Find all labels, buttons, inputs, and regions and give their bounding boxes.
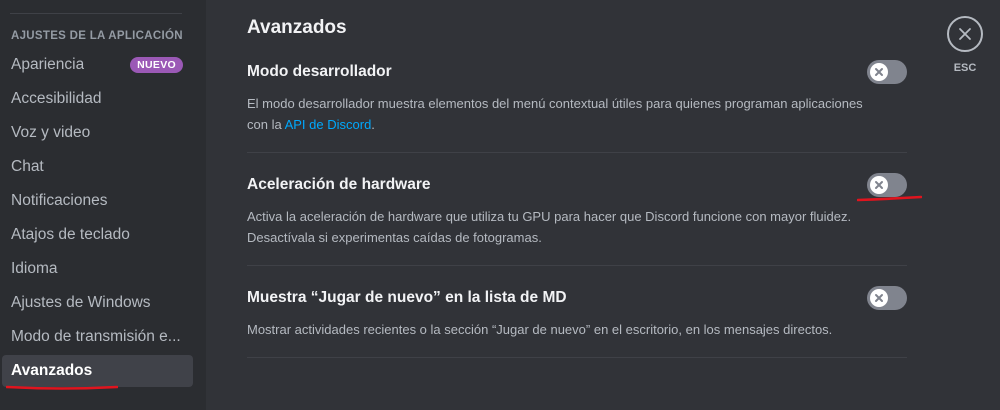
sidebar-divider <box>10 13 182 14</box>
toggle-knob <box>870 63 888 81</box>
setting-title: Modo desarrollador <box>247 63 392 80</box>
toggle-knob <box>870 289 888 307</box>
page-title: Avanzados <box>247 17 347 38</box>
sidebar-item-label: Ajustes de Windows <box>11 294 151 311</box>
annotation-underline-toggle <box>857 195 922 202</box>
sidebar-item-label: Voz y video <box>11 124 91 141</box>
setting-description: El modo desarrollador muestra elementos … <box>247 93 877 135</box>
sidebar-item-chat[interactable]: Chat <box>2 151 193 183</box>
sidebar-item-label: Chat <box>11 158 44 175</box>
sidebar-item-notificaciones[interactable]: Notificaciones <box>2 185 193 217</box>
description-text-end: . <box>371 117 375 132</box>
settings-sidebar: Ajustes de la aplicación Apariencia NUEV… <box>0 0 206 410</box>
sidebar-item-atajos-de-teclado[interactable]: Atajos de teclado <box>2 219 193 251</box>
close-icon <box>959 28 971 40</box>
sidebar-section-header: Ajustes de la aplicación <box>11 30 183 42</box>
hardware-acceleration-toggle[interactable] <box>867 173 907 197</box>
sidebar-item-label: Atajos de teclado <box>11 226 130 243</box>
esc-label: ESC <box>953 62 977 74</box>
setting-title: Aceleración de hardware <box>247 176 431 193</box>
x-icon <box>875 181 883 189</box>
sidebar-item-avanzados[interactable]: Avanzados <box>2 355 193 387</box>
sidebar-item-accesibilidad[interactable]: Accesibilidad <box>2 83 193 115</box>
sidebar-item-label: Idioma <box>11 260 58 277</box>
section-divider <box>247 152 907 153</box>
sidebar-item-label: Modo de transmisión e... <box>11 328 181 345</box>
settings-window: Ajustes de la aplicación Apariencia NUEV… <box>0 0 1000 410</box>
sidebar-item-voz-y-video[interactable]: Voz y video <box>2 117 193 149</box>
setting-play-again: Muestra “Jugar de nuevo” en la lista de … <box>247 289 907 340</box>
setting-description: Mostrar actividades recientes o la secci… <box>247 322 833 337</box>
section-divider <box>247 357 907 358</box>
discord-api-link[interactable]: API de Discord <box>285 117 372 132</box>
sidebar-item-label: Accesibilidad <box>11 90 102 107</box>
developer-mode-toggle[interactable] <box>867 60 907 84</box>
sidebar-nav: Apariencia NUEVO Accesibilidad Voz y vid… <box>2 49 193 389</box>
toggle-knob <box>870 176 888 194</box>
setting-developer-mode: Modo desarrollador El modo desarrollador… <box>247 63 907 135</box>
sidebar-item-label: Avanzados <box>11 362 93 379</box>
new-badge: NUEVO <box>130 57 183 73</box>
annotation-underline-sidebar <box>6 385 118 390</box>
close-button[interactable] <box>947 16 983 52</box>
sidebar-item-label: Apariencia <box>11 56 85 73</box>
x-icon <box>875 68 883 76</box>
sidebar-item-idioma[interactable]: Idioma <box>2 253 193 285</box>
sidebar-item-ajustes-de-windows[interactable]: Ajustes de Windows <box>2 287 193 319</box>
section-divider <box>247 265 907 266</box>
sidebar-item-apariencia[interactable]: Apariencia NUEVO <box>2 49 193 81</box>
x-icon <box>875 294 883 302</box>
setting-title: Muestra “Jugar de nuevo” en la lista de … <box>247 289 567 306</box>
sidebar-item-modo-de-transmision[interactable]: Modo de transmisión e... <box>2 321 193 353</box>
sidebar-item-label: Notificaciones <box>11 192 108 209</box>
setting-hardware-acceleration: Aceleración de hardware Activa la aceler… <box>247 176 907 248</box>
play-again-toggle[interactable] <box>867 286 907 310</box>
setting-description: Activa la aceleración de hardware que ut… <box>247 209 852 245</box>
